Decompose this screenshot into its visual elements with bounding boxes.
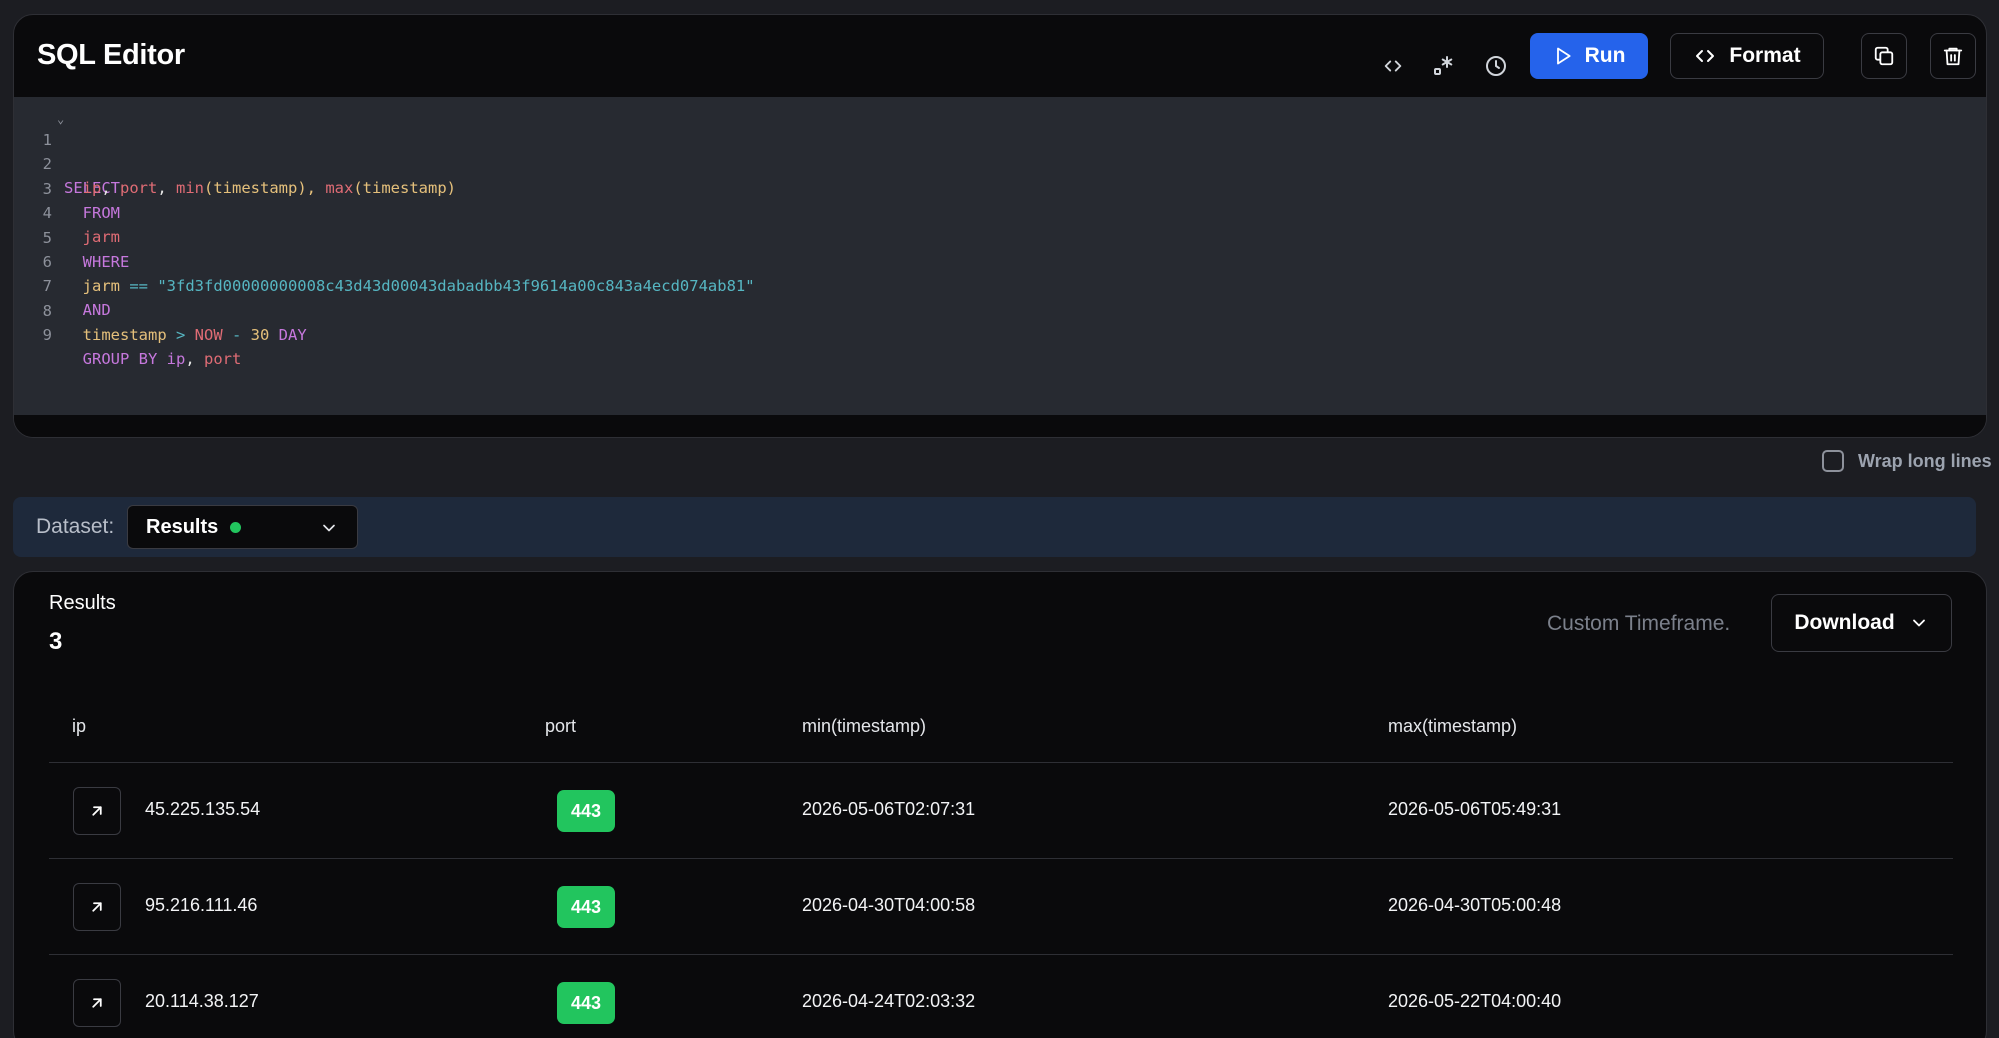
- column-header-min-timestamp[interactable]: min(timestamp): [802, 716, 926, 737]
- port-badge: 443: [557, 886, 615, 928]
- play-icon: [1556, 47, 1571, 65]
- code-line: 2 ip, port, min(timestamp), max(timestam…: [14, 128, 1986, 197]
- table-row: 95.216.111.46 443 2026-04-30T04:00:58 20…: [49, 859, 1953, 955]
- run-button-label: Run: [1584, 44, 1626, 67]
- code-token: 30: [250, 326, 270, 344]
- status-dot-icon: [230, 521, 242, 533]
- editor-footer: [14, 415, 1986, 437]
- table-row: 20.114.38.127 443 2026-04-24T02:03:32 20…: [49, 955, 1953, 1038]
- format-button-label: Format: [1729, 44, 1801, 67]
- regex-icon[interactable]: [1429, 51, 1459, 81]
- code-line: 9 GROUP BY ip, port: [14, 299, 1986, 368]
- code-line: 4 jarm: [14, 177, 1986, 246]
- code-token: GROUP BY: [82, 350, 167, 368]
- results-card: Results 3 Custom Timeframe. Download ip …: [13, 571, 1987, 1038]
- cell-max-timestamp: 2026-04-30T05:00:48: [1388, 895, 1562, 915]
- cell-max-timestamp: 2026-05-22T04:00:40: [1388, 991, 1562, 1011]
- code-token: DAY: [269, 326, 307, 344]
- port-badge: 443: [557, 982, 615, 1024]
- copy-button[interactable]: [1861, 33, 1907, 79]
- code-icon[interactable]: [1378, 51, 1408, 81]
- code-token: timestamp: [82, 326, 167, 344]
- open-row-button[interactable]: [73, 979, 121, 1027]
- run-button[interactable]: Run: [1530, 33, 1648, 79]
- arrow-up-right-icon: [92, 902, 102, 912]
- dataset-select[interactable]: Results: [127, 505, 358, 549]
- column-header-ip[interactable]: ip: [72, 716, 86, 737]
- code-token: ip: [166, 350, 186, 368]
- code-line: 3 FROM: [14, 153, 1986, 222]
- column-header-port[interactable]: port: [545, 716, 576, 737]
- cell-min-timestamp: 2026-04-24T02:03:32: [802, 991, 976, 1011]
- code-line: 8 timestamp > NOW - 30 DAY: [14, 275, 1986, 344]
- code-editor[interactable]: 1 ⌄ SELECT 2 ip, port, min(timestamp), m…: [14, 97, 1986, 415]
- code-line: 6 jarm == "3fd3fd00000000008c43d43d00043…: [14, 226, 1986, 295]
- chevron-down-icon: [323, 524, 335, 532]
- code-token: -: [222, 326, 251, 344]
- chevron-down-icon: [1912, 619, 1925, 627]
- download-button[interactable]: Download: [1771, 594, 1952, 652]
- cell-ip: 45.225.135.54: [145, 799, 261, 819]
- history-icon[interactable]: [1481, 51, 1511, 81]
- code-token: port: [204, 350, 242, 368]
- line-number: 9: [42, 326, 52, 344]
- code-token: NOW: [194, 326, 223, 344]
- code-line: 7 AND: [14, 250, 1986, 319]
- table-row: 45.225.135.54 443 2026-05-06T02:07:31 20…: [49, 763, 1953, 859]
- column-header-max-timestamp[interactable]: max(timestamp): [1388, 716, 1517, 737]
- arrow-up-right-icon: [92, 806, 102, 816]
- delete-button[interactable]: [1930, 33, 1976, 79]
- dataset-selected-value: Results: [146, 515, 219, 538]
- results-count: 3: [49, 628, 63, 655]
- wrap-long-lines-checkbox[interactable]: [1822, 450, 1844, 472]
- cell-min-timestamp: 2026-05-06T02:07:31: [802, 799, 976, 819]
- editor-header: SQL Editor Run Format: [14, 15, 1986, 97]
- cell-max-timestamp: 2026-05-06T05:49:31: [1388, 799, 1562, 819]
- arrow-up-right-icon: [92, 998, 102, 1008]
- wrap-long-lines-toggle[interactable]: Wrap long lines: [1822, 450, 1992, 472]
- open-row-button[interactable]: [73, 883, 121, 931]
- dataset-bar: Dataset: Results: [13, 497, 1976, 557]
- editor-title: SQL Editor: [37, 39, 185, 71]
- code-token: >: [166, 326, 195, 344]
- app-root: SQL Editor Run Format 1 ⌄ SELECT 2 ip, p…: [0, 0, 1999, 1038]
- cell-ip: 95.216.111.46: [145, 895, 258, 915]
- copy-icon: [1874, 46, 1894, 66]
- code-line: 5 WHERE: [14, 202, 1986, 271]
- code-line: 1 ⌄ SELECT: [14, 104, 1986, 197]
- wrap-long-lines-label: Wrap long lines: [1858, 450, 1992, 471]
- cell-ip: 20.114.38.127: [145, 991, 259, 1011]
- sql-editor-card: SQL Editor Run Format 1 ⌄ SELECT 2 ip, p…: [13, 14, 1987, 438]
- port-badge: 443: [557, 790, 615, 832]
- results-title: Results: [49, 592, 116, 614]
- code-icon: [1696, 50, 1715, 62]
- download-button-label: Download: [1794, 611, 1895, 634]
- code-token: ,: [185, 350, 205, 368]
- custom-timeframe-label[interactable]: Custom Timeframe.: [1547, 612, 1730, 636]
- cell-min-timestamp: 2026-04-30T04:00:58: [802, 895, 976, 915]
- format-button[interactable]: Format: [1670, 33, 1824, 79]
- trash-icon: [1943, 47, 1963, 66]
- open-row-button[interactable]: [73, 787, 121, 835]
- dataset-label: Dataset:: [36, 515, 115, 538]
